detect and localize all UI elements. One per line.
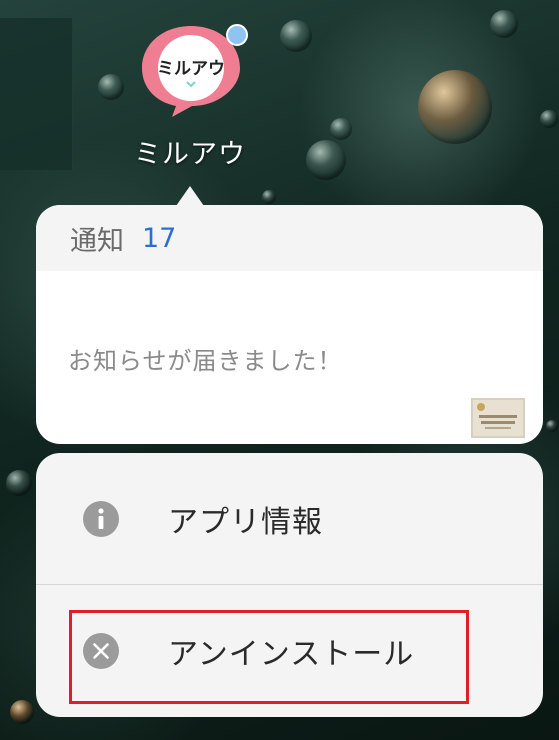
notification-item[interactable]: お知らせが届きました！ [36,271,543,444]
water-droplet [306,140,346,180]
water-droplet [98,74,124,100]
water-droplet [6,470,32,496]
notification-card[interactable]: 通知 17 お知らせが届きました！ [36,205,543,444]
water-droplet [262,190,276,204]
app-info-button[interactable]: アプリ情報 [36,453,543,584]
info-icon [83,500,119,537]
water-droplet [330,118,352,140]
notification-header: 通知 17 [36,205,543,271]
app-logo-text: ミルアウ [157,59,225,79]
shortcut-menu: アプリ情報 アンインストール [36,453,543,717]
notification-count: 17 [142,222,177,254]
water-droplet [540,110,558,128]
callout-pointer [176,186,204,206]
uninstall-label: アンインストール [168,636,415,672]
water-droplet [546,420,558,432]
notification-thumbnail [471,398,525,438]
app-info-label: アプリ情報 [168,504,323,540]
notification-badge-dot [226,24,248,46]
uninstall-button[interactable]: アンインストール [36,585,543,716]
water-droplet [10,700,34,724]
water-droplet [280,20,312,52]
water-droplet [418,70,492,144]
background-widget [0,18,73,170]
app-name-label: ミルアウ [134,139,246,170]
notification-message: お知らせが届きました！ [68,347,343,375]
water-droplet [490,10,518,38]
close-circle-icon [83,632,119,669]
notification-title: 通知 [70,225,124,257]
